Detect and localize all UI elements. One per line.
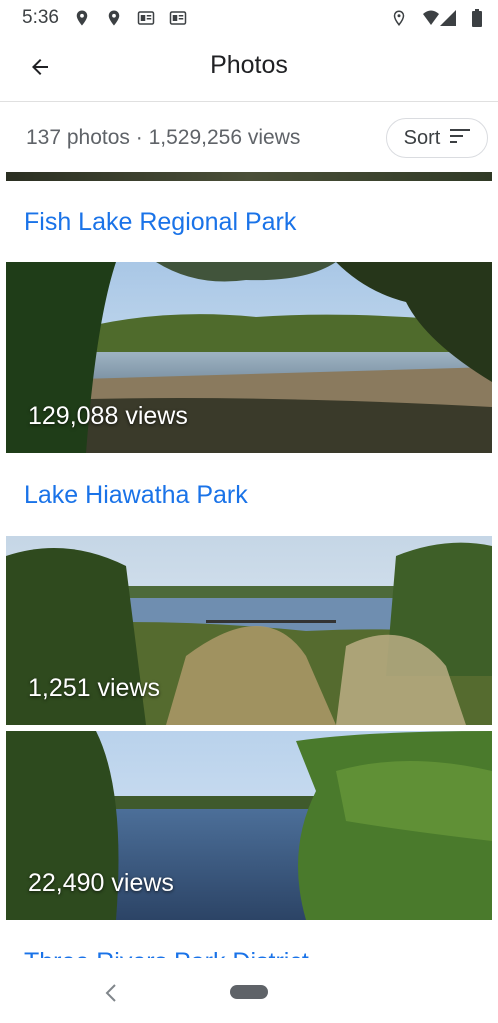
battery-icon xyxy=(472,9,482,27)
previous-photo-edge xyxy=(6,172,492,181)
app-bar: Photos xyxy=(0,36,498,102)
notification-card-icon xyxy=(137,9,155,27)
photo-card[interactable]: 129,088 views xyxy=(6,262,492,453)
notification-card-icon xyxy=(169,9,187,27)
nav-home-pill[interactable] xyxy=(230,985,268,999)
photo-card[interactable]: 1,251 views xyxy=(6,536,492,725)
wifi-signal-icon xyxy=(422,9,458,27)
sort-button[interactable]: Sort xyxy=(386,118,488,158)
location-pin-icon xyxy=(73,9,91,27)
page-title: Photos xyxy=(210,51,288,79)
section-title-three-rivers[interactable]: Three Rivers Park District xyxy=(24,940,309,958)
system-nav-bar xyxy=(0,968,498,1023)
status-bar: 5:36 xyxy=(0,0,498,36)
photo-views-count: 1,251 views xyxy=(28,674,161,702)
photo-views-count: 22,490 views xyxy=(28,869,174,897)
location-pin-icon xyxy=(105,9,123,27)
sort-label: Sort xyxy=(403,126,441,149)
status-time: 5:36 xyxy=(22,7,59,28)
photos-views-summary: 137 photos · 1,529,256 views xyxy=(26,126,301,149)
photo-views-count: 129,088 views xyxy=(28,402,188,430)
sort-icon xyxy=(450,127,471,150)
section-title-fish-lake[interactable]: Fish Lake Regional Park xyxy=(24,208,296,237)
location-outline-icon xyxy=(390,9,408,27)
photo-card[interactable]: 22,490 views xyxy=(6,731,492,920)
section-title-lake-hiawatha[interactable]: Lake Hiawatha Park xyxy=(24,481,248,510)
nav-back-button[interactable] xyxy=(102,982,120,1004)
photos-summary-row: 137 photos · 1,529,256 views Sort xyxy=(0,102,498,174)
